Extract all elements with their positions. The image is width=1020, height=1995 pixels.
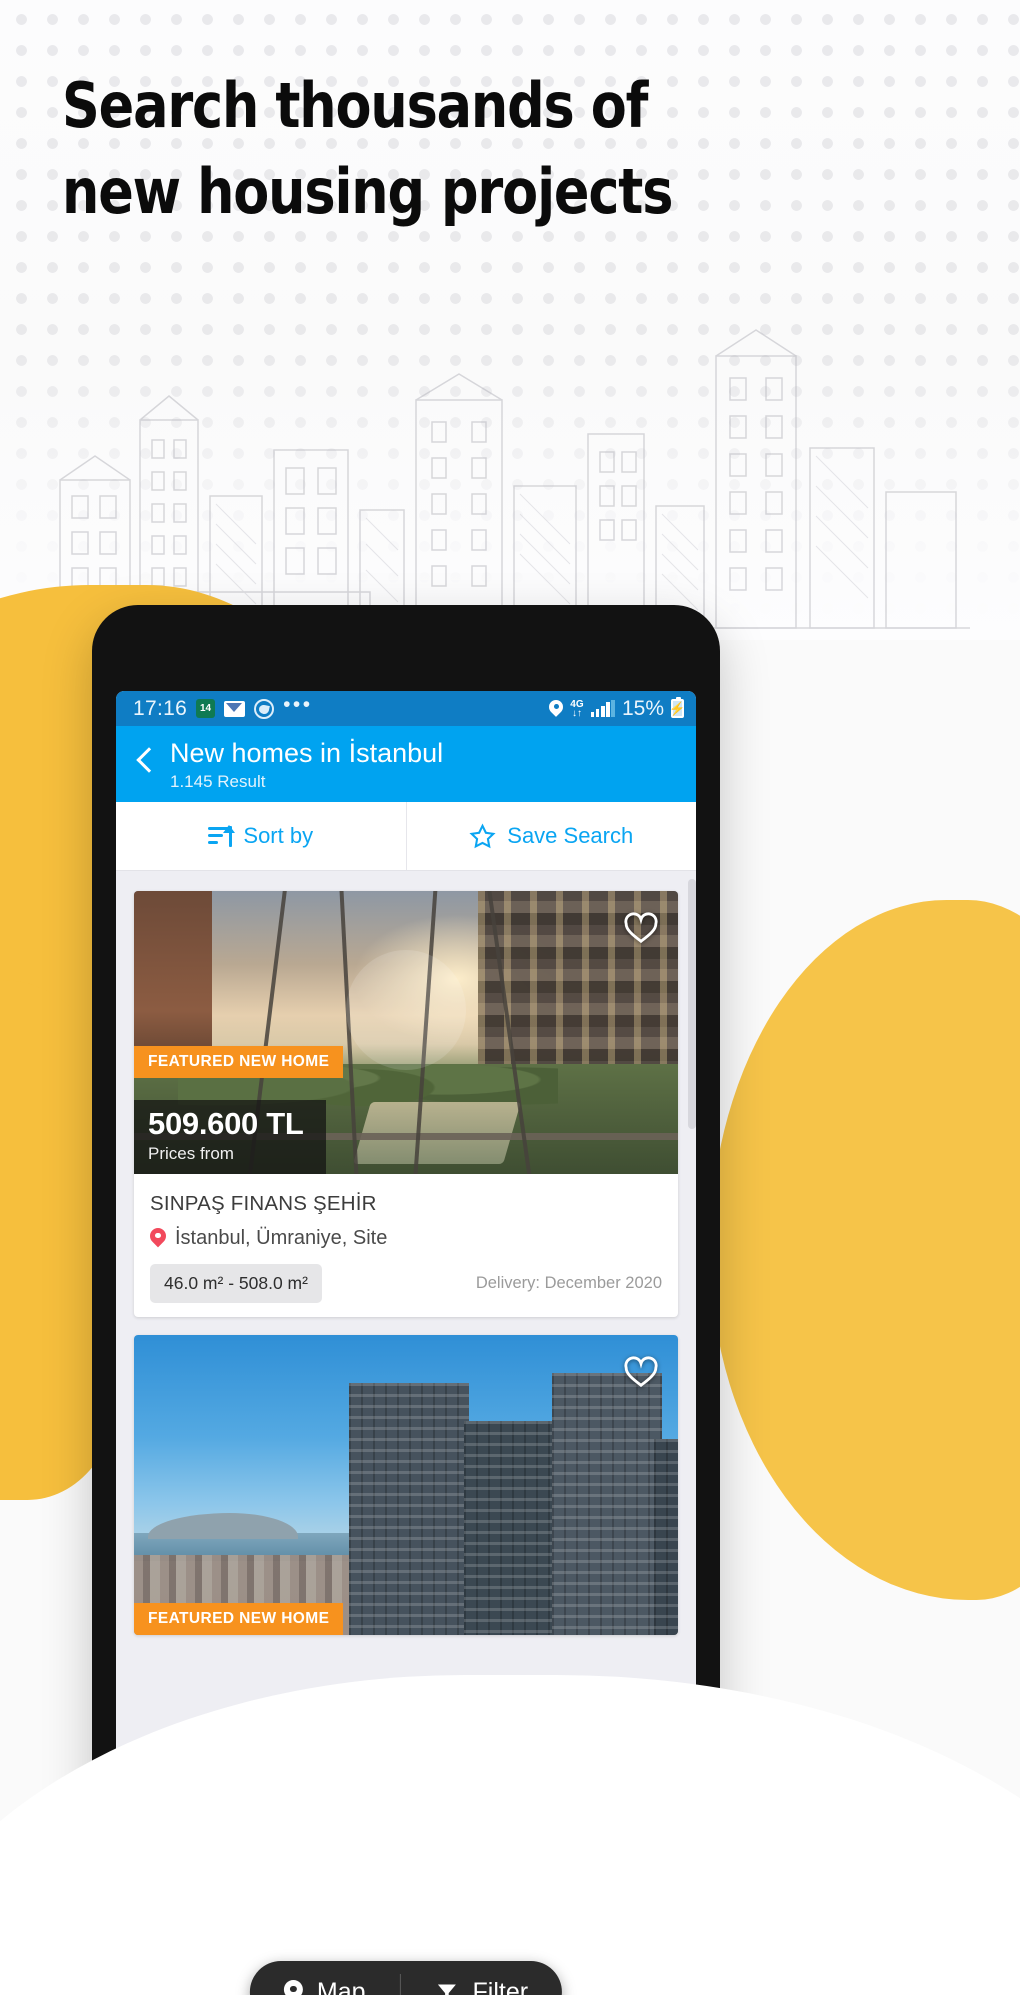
- app-bar-text: New homes in İstanbul 1.145 Result: [170, 736, 443, 792]
- listing-location: İstanbul, Ümraniye, Site: [150, 1227, 662, 1250]
- sort-icon: [208, 825, 235, 847]
- status-bar: 17:16 14 ••• 4G ↓↑ 15% ⚡: [116, 691, 696, 726]
- network-arrows: ↓↑: [571, 707, 582, 719]
- listing-meta: 46.0 m² - 508.0 m² Delivery: December 20…: [150, 1264, 662, 1303]
- featured-badge: FEATURED NEW HOME: [134, 1046, 344, 1078]
- battery-charging-icon: ⚡: [669, 697, 686, 718]
- more-icon: •••: [283, 692, 313, 716]
- listing-location-text: İstanbul, Ümraniye, Site: [175, 1227, 388, 1249]
- featured-badge: FEATURED NEW HOME: [134, 1603, 344, 1635]
- yellow-blob-right: [710, 900, 1020, 1600]
- network-type-icon: 4G ↓↑: [570, 699, 583, 719]
- funnel-icon: [437, 1984, 456, 1995]
- promo-screenshot: Search thousands of new housing projects…: [0, 0, 1020, 1995]
- status-time: 17:16: [133, 696, 188, 720]
- photo-watermark: [346, 949, 466, 1070]
- map-pin-icon: [150, 1228, 166, 1249]
- map-button-label: Map: [316, 1977, 366, 1995]
- star-outline-icon: [469, 823, 496, 849]
- gmail-icon: [224, 700, 246, 717]
- heart-outline-icon[interactable]: [622, 1353, 660, 1391]
- app-bar: New homes in İstanbul 1.145 Result: [116, 726, 696, 802]
- map-button[interactable]: Map: [250, 1961, 400, 1995]
- tab-sort-by[interactable]: Sort by: [116, 802, 406, 870]
- result-count: 1.145 Result: [170, 772, 266, 791]
- calendar-icon: 14: [196, 699, 216, 718]
- skyline-illustration: [59, 329, 970, 629]
- photo-tower: [552, 1373, 662, 1635]
- back-chevron-icon[interactable]: [130, 745, 160, 775]
- tab-sort-by-label: Sort by: [243, 823, 314, 848]
- listing-card[interactable]: FEATURED NEW HOME: [134, 1335, 678, 1635]
- listing-photo[interactable]: FEATURED NEW HOME 509.600 TL Prices from: [134, 891, 678, 1174]
- status-bar-right: 4G ↓↑ 15% ⚡: [549, 696, 686, 721]
- photo-tower: [464, 1421, 560, 1635]
- page-headline: Search thousands of new housing projects: [62, 69, 673, 228]
- filter-button[interactable]: Filter: [401, 1961, 563, 1995]
- bottom-action-bar: Map Filter: [249, 1961, 563, 1995]
- listing-card[interactable]: FEATURED NEW HOME 509.600 TL Prices from…: [134, 891, 678, 1317]
- scrollbar[interactable]: [688, 879, 696, 1129]
- status-bar-left: 17:16 14 •••: [133, 692, 313, 721]
- map-pin-icon: [284, 1980, 303, 1995]
- photo-hill: [148, 1513, 298, 1539]
- page-title: New homes in İstanbul: [170, 738, 444, 768]
- signal-bars-icon: [590, 700, 615, 717]
- listing-title: SINPAŞ FINANS ŞEHİR: [150, 1192, 377, 1215]
- listing-price: 509.600 TL: [148, 1106, 304, 1141]
- size-chip: 46.0 m² - 508.0 m²: [150, 1264, 322, 1303]
- photo-tower: [654, 1439, 678, 1635]
- tab-save-search[interactable]: Save Search: [405, 802, 697, 870]
- heart-outline-icon[interactable]: [622, 909, 660, 947]
- listing-list: FEATURED NEW HOME 509.600 TL Prices from…: [116, 871, 696, 1635]
- photo-tower: [349, 1383, 469, 1635]
- delivery-date: Delivery: December 2020: [475, 1274, 662, 1292]
- listing-photo[interactable]: FEATURED NEW HOME: [134, 1335, 678, 1635]
- battery-percent: 15%: [621, 696, 664, 720]
- action-tabs: Sort by Save Search: [116, 802, 696, 871]
- tab-save-search-label: Save Search: [507, 823, 634, 848]
- location-pin-icon: [549, 700, 563, 718]
- filter-button-label: Filter: [472, 1977, 529, 1995]
- turkish-airlines-icon: [254, 698, 275, 719]
- listing-details: SINPAŞ FINANS ŞEHİR İstanbul, Ümraniye, …: [134, 1174, 678, 1317]
- price-label: Prices from: [148, 1144, 234, 1163]
- price-overlay: 509.600 TL Prices from: [134, 1100, 326, 1174]
